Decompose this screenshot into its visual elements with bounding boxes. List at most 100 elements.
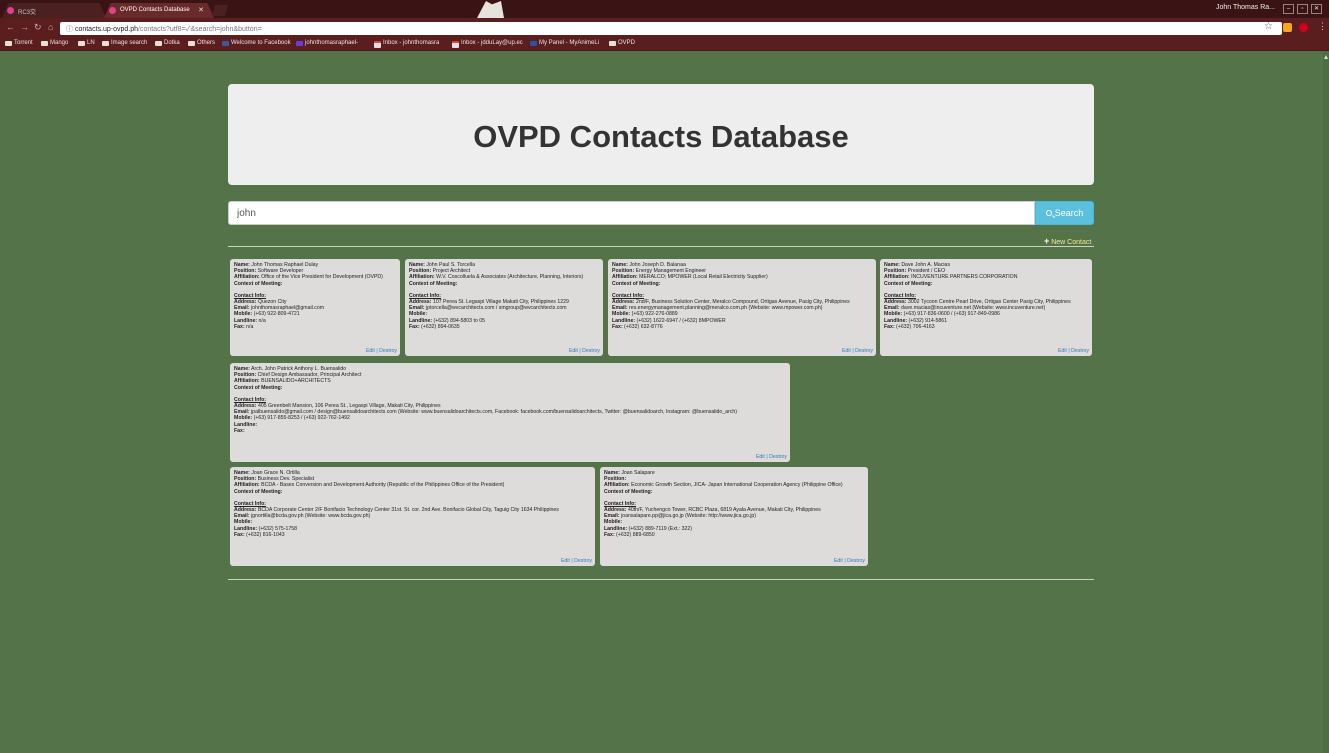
contact-address: BCDA Corporate Center 2/F Bonifacio Tech… (257, 507, 559, 514)
restore-icon[interactable]: ▫ (1297, 4, 1308, 14)
field-label: Name: (234, 262, 250, 268)
contact-landline: (+632) 894-5803 to 05 (433, 317, 485, 324)
browser-tab-active[interactable]: OVPD Contacts Database ✕ (104, 3, 214, 18)
contact-name: John Paul S. Torcella (426, 262, 475, 268)
contact-position: Project Architect (432, 268, 471, 275)
scroll-up-icon[interactable] (1324, 55, 1328, 59)
search-button[interactable]: Search (1035, 201, 1094, 225)
extension-icon[interactable] (1299, 23, 1308, 32)
tab-favicon-icon (109, 7, 116, 14)
bookmark-link[interactable]: My Panel - MyAnimeLi (530, 40, 599, 46)
card-actions: Edit | Destroy (834, 558, 865, 564)
edit-link[interactable]: Edit (366, 348, 375, 354)
reload-icon[interactable]: ↻ (34, 22, 42, 33)
field-label: Position: (234, 372, 257, 379)
contact-email: joansalapare.pp@jica.go.jp (Website: htt… (621, 513, 756, 520)
field-label: Landline: (604, 525, 628, 532)
bookmark-link[interactable]: johnthomasraphael- (296, 40, 358, 46)
bookmark-link[interactable]: Welcome to Facebook (222, 40, 291, 46)
browser-tab[interactable]: RC3交 (2, 3, 106, 18)
search-button-label: Search (1054, 208, 1084, 218)
bookmark-folder[interactable]: Dotka (155, 40, 180, 46)
edit-link[interactable]: Edit (756, 454, 765, 460)
bookmark-folder[interactable]: OVPD (609, 40, 635, 46)
forward-icon[interactable]: → (20, 22, 29, 32)
bookmark-folder[interactable]: Others (188, 40, 215, 46)
field-label: Affiliation: (612, 274, 638, 281)
field-label: Name: (604, 470, 620, 476)
back-icon[interactable]: ← (6, 22, 15, 32)
edit-link[interactable]: Edit (561, 558, 570, 564)
contact-address: 40th/F, Yuchengco Tower, RCBC Plaza, 681… (627, 507, 821, 514)
field-label: Affiliation: (234, 378, 260, 385)
field-label: Address: (234, 403, 257, 410)
destroy-link[interactable]: Destroy (855, 348, 873, 354)
contact-card: Name: John Thomas Raphael Dulay Position:… (230, 259, 400, 356)
extension-icon[interactable] (1283, 23, 1292, 32)
bookmark-link[interactable]: Inbox - jdduLay@up.ec (452, 40, 523, 48)
field-label: Landline: (234, 317, 258, 324)
edit-link[interactable]: Edit (569, 348, 578, 354)
field-label: Fax: (612, 323, 623, 330)
scrollbar[interactable] (1323, 51, 1329, 753)
contact-affiliation: BCDA - Bases Conversion and Development … (261, 482, 505, 489)
contact-email: jgnortilla@bcda.gov.ph (Website: www.bcd… (251, 513, 371, 520)
field-label: Position: (409, 268, 432, 275)
contact-address: Quezon City (257, 299, 287, 306)
new-tab-button[interactable] (212, 5, 228, 16)
edit-link[interactable]: Edit (834, 558, 843, 564)
destroy-link[interactable]: Destroy (582, 348, 600, 354)
profile-name[interactable]: John Thomas Ra... (1216, 4, 1275, 11)
bookmark-folder[interactable]: LN (78, 40, 95, 46)
edit-link[interactable]: Edit (842, 348, 851, 354)
card-actions: Edit | Destroy (569, 348, 600, 354)
bookmark-star-icon[interactable]: ☆ (1264, 21, 1273, 32)
destroy-link[interactable]: Destroy (1071, 348, 1089, 354)
contact-fax-row: Fax: n/a (234, 324, 397, 330)
contact-email: jpalbuensalido@gmail.com / design@buensa… (251, 409, 738, 416)
bookmark-folder[interactable]: Mango (41, 40, 68, 46)
field-label: Affiliation: (884, 274, 910, 281)
home-icon[interactable]: ⌂ (48, 22, 53, 32)
url-host: contacts.up-ovpd.ph (74, 26, 138, 33)
search-input[interactable] (228, 201, 1035, 225)
field-label: Address: (234, 507, 257, 514)
field-label: Position: (884, 268, 907, 275)
contact-affiliation: W.V. Coscolluela & Associates (Architect… (436, 274, 584, 281)
tab-favicon-icon (7, 7, 14, 14)
contact-affiliation: INCUVENTURE PARTNERS CORPORATION (911, 274, 1018, 281)
field-label: Fax: (604, 531, 615, 538)
close-window-icon[interactable]: ✕ (1311, 4, 1322, 14)
field-label: Fax: (409, 323, 420, 330)
edit-link[interactable]: Edit (1058, 348, 1067, 354)
field-label: Affiliation: (409, 274, 435, 281)
field-label: Name: (409, 262, 425, 268)
bookmark-link[interactable]: Inbox - johnthomasra (374, 40, 439, 48)
bookmark-folder[interactable]: Image search (102, 40, 147, 46)
field-label: Mobile: (234, 311, 253, 318)
contact-card: Name: John Joseph D. Balanaa Position: En… (608, 259, 876, 356)
minimize-icon[interactable]: – (1283, 4, 1294, 14)
menu-icon[interactable]: ⋮ (1318, 21, 1327, 32)
contact-fax-row: Fax: (+632) 889-6850 (604, 532, 865, 538)
tab-close-icon[interactable]: ✕ (198, 6, 204, 14)
destroy-link[interactable]: Destroy (574, 558, 592, 564)
field-label: Position: (612, 268, 635, 275)
bookmark-folder[interactable]: Torrent (5, 40, 33, 46)
tab-label: OVPD Contacts Database (120, 7, 190, 13)
contact-mobile: (+63) 917-855-8253 / (+63) 922-762-1492 (253, 415, 350, 422)
browser-tab-bar: RC3交 OVPD Contacts Database ✕ John Thoma… (0, 0, 1329, 18)
destroy-link[interactable]: Destroy (847, 558, 865, 564)
contact-card: Name: John Paul S. Torcella Position: Pro… (405, 259, 603, 356)
url-bar[interactable]: ⓘ contacts.up-ovpd.ph/contacts?utf8=✓&se… (60, 22, 1282, 35)
contact-fax-row: Fax: (+632) 894-0635 (409, 324, 600, 330)
field-label: Email: (884, 305, 900, 312)
field-label: Position: (604, 476, 627, 483)
contact-fax: (+632) 706-4163 (896, 323, 935, 330)
new-contact-link[interactable]: + New Contact (1044, 236, 1094, 246)
plus-icon: + (1044, 236, 1050, 246)
destroy-link[interactable]: Destroy (769, 454, 787, 460)
field-label: Mobile: (604, 519, 623, 526)
destroy-link[interactable]: Destroy (379, 348, 397, 354)
new-contact-label: New Contact (1051, 239, 1092, 246)
